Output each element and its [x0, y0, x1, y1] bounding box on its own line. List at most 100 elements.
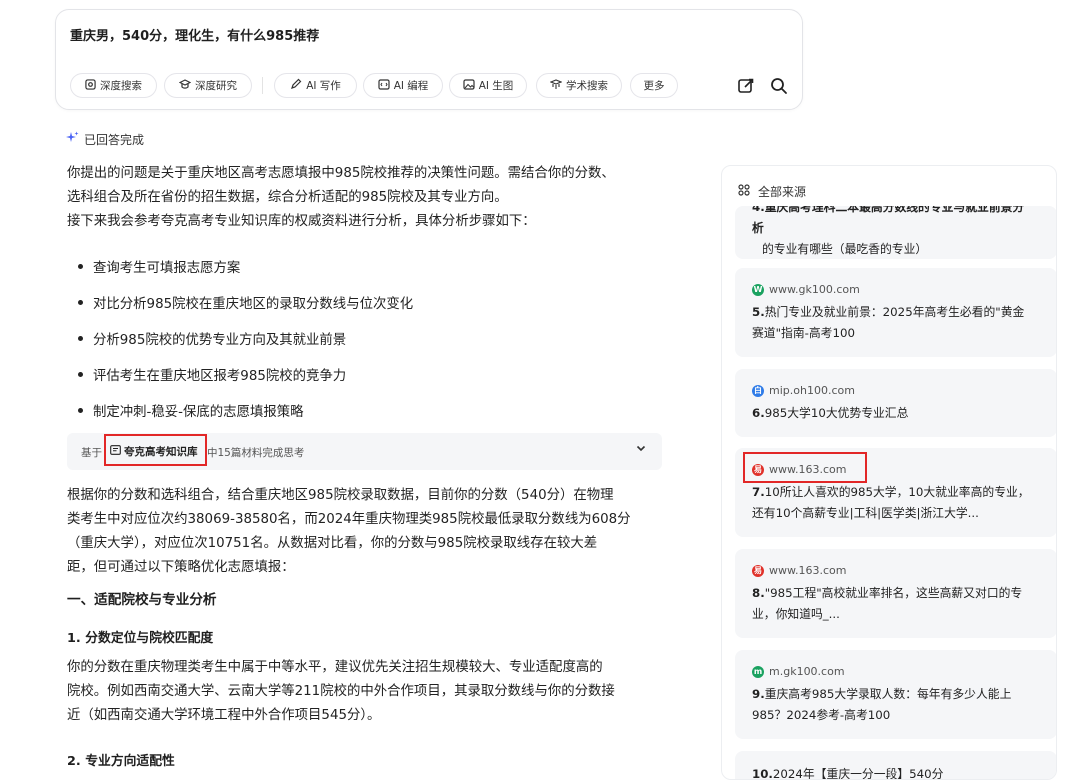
answer-status: 已回答完成 [66, 131, 144, 148]
source-title-text: 2024年【重庆一分一段】540分 [772, 767, 944, 780]
intro-line: 你提出的问题是关于重庆地区高考志愿填报中985院校推荐的决策性问题。需结合你的分… [67, 166, 615, 181]
intro-line: 选科组合及所在省份的招生数据，综合分析适配的985院校及其专业方向。 [67, 190, 508, 205]
source-title-line: 的专业有哪些（最吃香的专业） [762, 242, 928, 256]
search-card: 重庆男，540分，理化生，有什么985推荐 深度搜索 深度研究 AI 写作 AI… [55, 9, 803, 110]
source-number: 9. [752, 687, 765, 701]
ai-coding-button[interactable]: AI 编程 [363, 73, 443, 98]
source-title: 8."985工程"高校就业率排名，这些高薪又对口的专业，你知道吗_... [752, 583, 1030, 625]
new-chat-icon[interactable] [735, 76, 757, 96]
source-title-text: 重庆高考985大学录取人数：每年有多少人能上985？2024参考-高考100 [752, 687, 1012, 722]
body-line: 类考生中对应位次约38069-38580名，而2024年重庆物理类985院校最低… [67, 512, 631, 527]
ai-writing-label: AI 写作 [306, 80, 341, 92]
source-title: 9.重庆高考985大学录取人数：每年有多少人能上985？2024参考-高考100 [752, 684, 1030, 726]
source-title: 4.重庆高考理科二本最高分数线的专业与就业前景分析 的专业有哪些（最吃香的专业） [752, 206, 1030, 259]
source-title: 7.10所让人喜欢的985大学，10大就业率高的专业，还有10个高薪专业|工科|… [752, 482, 1030, 524]
source-title-text: 10所让人喜欢的985大学，10大就业率高的专业，还有10个高薪专业|工科|医学… [752, 485, 1030, 520]
source-number: 5. [752, 305, 765, 319]
source-domain-text: m.gk100.com [769, 665, 845, 678]
academic-icon [549, 78, 563, 93]
more-label: 更多 [643, 80, 665, 92]
ai-image-label: AI 生图 [478, 80, 514, 92]
step-text: 分析985院校的优势专业方向及其就业前景 [93, 333, 347, 348]
step-text: 对比分析985院校在重庆地区的录取分数线与位次变化 [93, 297, 414, 312]
source-number: 6. [752, 406, 765, 420]
deep-search-icon [85, 78, 96, 93]
academic-search-button[interactable]: 学术搜索 [536, 73, 622, 98]
list-item: 评估考生在重庆地区报考985院校的竞争力 [67, 364, 413, 400]
knowledge-base-link[interactable]: 夸克高考知识库 [110, 444, 198, 459]
code-icon [378, 78, 390, 93]
source-domain-text: www.gk100.com [769, 283, 860, 296]
list-item: 查询考生可填报志愿方案 [67, 256, 413, 292]
analysis-paragraph: 根据你的分数和选科组合，结合重庆地区985院校录取数据，目前你的分数（540分）… [67, 484, 677, 580]
list-item: 对比分析985院校在重庆地区的录取分数线与位次变化 [67, 292, 413, 328]
source-number: 7. [752, 485, 765, 499]
sparkle-icon [66, 131, 79, 148]
source-domain-text: mip.oh100.com [769, 384, 855, 397]
intro-paragraph: 你提出的问题是关于重庆地区高考志愿填报中985院校推荐的决策性问题。需结合你的分… [67, 162, 677, 234]
ai-coding-label: AI 编程 [393, 80, 429, 92]
source-domain-text: www.163.com [769, 564, 847, 577]
list-item: 分析985院校的优势专业方向及其就业前景 [67, 328, 413, 364]
deep-search-button[interactable]: 深度搜索 [70, 73, 157, 98]
sources-title: 全部来源 [758, 185, 807, 199]
source-title-text: 热门专业及就业前景：2025年高考生必看的"黄金赛道"指南-高考100 [752, 305, 1025, 340]
deep-research-label: 深度研究 [195, 80, 237, 92]
source-domain: m m.gk100.com [752, 665, 845, 678]
subsection-heading: 2. 专业方向适配性 [67, 754, 175, 769]
ai-writing-button[interactable]: AI 写作 [274, 73, 357, 98]
reference-prefix: 基于 [81, 447, 102, 459]
sources-panel: 全部来源 4.重庆高考理科二本最高分数线的专业与就业前景分析 的专业有哪些（最吃… [721, 165, 1057, 780]
source-title-partial: 4.重庆高考理科二本最高分数线的专业与就业前景分析 [752, 206, 1025, 235]
search-icon[interactable] [768, 76, 790, 96]
deep-research-icon [178, 78, 192, 93]
image-icon [463, 78, 475, 93]
source-title: 6.985大学10大优势专业汇总 [752, 403, 1030, 424]
source-number: 8. [752, 586, 765, 600]
netease-icon: 易 [752, 564, 764, 577]
body-line: 近（如西南交通大学环境工程中外合作项目545分）。 [67, 708, 381, 723]
reference-suffix: 中15篇材料完成思考 [207, 447, 305, 459]
source-card[interactable]: 白 mip.oh100.com 6.985大学10大优势专业汇总 [735, 369, 1056, 437]
step-text: 查询考生可填报志愿方案 [93, 261, 241, 276]
source-domain: 白 mip.oh100.com [752, 384, 855, 397]
source-domain: 易 www.163.com [752, 564, 846, 577]
academic-search-label: 学术搜索 [566, 80, 608, 92]
search-query[interactable]: 重庆男，540分，理化生，有什么985推荐 [70, 25, 319, 44]
body-line: 距，但可通过以下策略优化志愿填报： [67, 560, 295, 575]
source-card[interactable]: 4.重庆高考理科二本最高分数线的专业与就业前景分析 的专业有哪些（最吃香的专业） [735, 206, 1056, 259]
analysis-steps: 查询考生可填报志愿方案 对比分析985院校在重庆地区的录取分数线与位次变化 分析… [67, 256, 413, 436]
score-paragraph: 你的分数在重庆物理类考生中属于中等水平，建议优先关注招生规模较大、专业适配度高的… [67, 656, 677, 728]
body-line: 院校。例如西南交通大学、云南大学等211院校的中外合作项目，其录取分数线与你的分… [67, 684, 615, 699]
ai-image-button[interactable]: AI 生图 [449, 73, 527, 98]
list-item: 制定冲刺-稳妥-保底的志愿填报策略 [67, 400, 413, 436]
section-heading: 一、适配院校与专业分析 [67, 592, 217, 608]
toolbar-divider [262, 77, 263, 94]
step-text: 评估考生在重庆地区报考985院校的竞争力 [93, 369, 347, 384]
source-card[interactable]: m m.gk100.com 9.重庆高考985大学录取人数：每年有多少人能上98… [735, 650, 1056, 739]
body-line: 你的分数在重庆物理类考生中属于中等水平，建议优先关注招生规模较大、专业适配度高的 [67, 660, 603, 675]
source-card[interactable]: 10.2024年【重庆一分一段】540分 [735, 751, 1056, 780]
step-text: 制定冲刺-稳妥-保底的志愿填报策略 [93, 405, 304, 420]
source-number: 10. [752, 767, 773, 780]
book-icon [110, 445, 121, 458]
knowledge-base-name: 夸克高考知识库 [124, 446, 198, 458]
reference-bar[interactable]: 基于 夸克高考知识库 中15篇材料完成思考 [67, 433, 662, 470]
gk100-icon: W [752, 283, 764, 296]
body-line: （重庆大学），对应位次10751名。从数据对比看，你的分数与985院校录取线存在… [67, 536, 598, 551]
highlight-box [743, 452, 867, 483]
sources-icon [738, 184, 750, 199]
source-card[interactable]: W www.gk100.com 5.热门专业及就业前景：2025年高考生必看的"… [735, 268, 1056, 357]
source-card[interactable]: 易 www.163.com 8."985工程"高校就业率排名，这些高薪又对口的专… [735, 549, 1056, 638]
pen-icon [290, 78, 302, 93]
sources-header: 全部来源 [738, 183, 806, 200]
oh100-icon: 白 [752, 384, 764, 397]
source-title: 5.热门专业及就业前景：2025年高考生必看的"黄金赛道"指南-高考100 [752, 302, 1030, 344]
body-line: 根据你的分数和选科组合，结合重庆地区985院校录取数据，目前你的分数（540分）… [67, 488, 614, 503]
deep-research-button[interactable]: 深度研究 [164, 73, 252, 98]
more-button[interactable]: 更多 [630, 73, 678, 98]
gk100-icon: m [752, 665, 764, 678]
source-title-text: 985大学10大优势专业汇总 [764, 406, 909, 420]
chevron-down-icon[interactable] [636, 444, 646, 455]
source-domain: W www.gk100.com [752, 283, 860, 296]
